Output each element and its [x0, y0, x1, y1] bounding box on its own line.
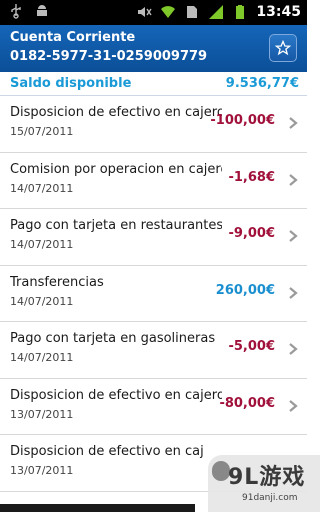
chevron-right-icon — [289, 343, 298, 355]
watermark-brand: 9L游戏 — [228, 465, 306, 490]
chevron-right-icon — [289, 286, 298, 299]
balance-label: Saldo disponible — [10, 76, 132, 91]
app-header: Cuenta Corriente 0182-5977-31-0259009779 — [0, 25, 307, 72]
transaction-date: 14/07/2011 — [10, 181, 74, 195]
transaction-date: 15/07/2011 — [10, 125, 74, 138]
transaction-row[interactable]: Disposicion de efectivo en cajero 13/07/… — [0, 379, 307, 435]
chevron-right-icon — [289, 117, 298, 129]
transaction-row[interactable]: Pago con tarjeta en restaurantes 14/07/2… — [0, 209, 307, 266]
chevron-right-icon — [289, 230, 298, 242]
transaction-date: 14/07/2011 — [10, 294, 74, 308]
transaction-date: 14/07/2011 — [10, 238, 74, 251]
chevron-right-icon — [289, 173, 298, 186]
wifi-icon — [161, 6, 176, 18]
transaction-row[interactable]: Transferencias 14/07/2011 260,00€ — [0, 266, 307, 322]
star-icon — [275, 40, 291, 56]
status-left-icons — [8, 3, 50, 19]
page-title: Cuenta Corriente — [10, 30, 136, 45]
sim-icon — [187, 6, 198, 18]
transaction-title: Disposicion de efectivo en cajero — [10, 387, 222, 403]
clock: 13:45 — [256, 4, 301, 20]
watermark-logo: 9L游戏 91danji.com — [208, 455, 320, 512]
balance-value: 9.536,77€ — [225, 76, 299, 91]
transaction-amount: 260,00€ — [215, 282, 275, 298]
watermark-site: 91danji.com — [242, 493, 298, 503]
transaction-amount: -9,00€ — [228, 226, 275, 241]
balance-row: Saldo disponible 9.536,77€ — [0, 72, 307, 96]
battery-icon — [236, 5, 245, 19]
usb-icon — [11, 4, 21, 19]
transaction-title: Comision por operacion en cajero — [10, 161, 222, 177]
transaction-list: Disposicion de efectivo en cajero 15/07/… — [0, 96, 307, 492]
transaction-title: Pago con tarjeta en restaurantes — [10, 218, 222, 233]
status-right-icons: 13:45 — [136, 3, 301, 21]
transaction-title: Disposicion de efectivo en caj — [10, 444, 204, 459]
transaction-row[interactable]: Comision por operacion en cajero 14/07/2… — [0, 153, 307, 209]
account-number: 0182-5977-31-0259009779 — [10, 49, 208, 64]
mute-icon — [138, 7, 153, 17]
transaction-row[interactable]: Pago con tarjeta en gasolineras 14/07/20… — [0, 322, 307, 379]
transaction-date: 13/07/2011 — [10, 464, 74, 477]
transaction-title: Pago con tarjeta en gasolineras — [10, 331, 216, 346]
transaction-title: Transferencias — [10, 274, 104, 290]
transaction-row[interactable]: Disposicion de efectivo en cajero 15/07/… — [0, 96, 307, 153]
transaction-amount: -100,00€ — [210, 113, 275, 128]
bottom-edge — [0, 504, 195, 512]
transaction-date: 13/07/2011 — [10, 407, 74, 421]
transaction-amount: -80,00€ — [219, 395, 275, 411]
transaction-date: 14/07/2011 — [10, 351, 74, 364]
transaction-amount: -1,68€ — [228, 169, 275, 185]
transaction-amount: -5,00€ — [228, 339, 275, 354]
favorite-button[interactable] — [269, 34, 297, 62]
status-bar: 13:45 — [0, 0, 307, 25]
transaction-title: Disposicion de efectivo en cajero — [10, 105, 222, 120]
signal-icon — [209, 5, 224, 19]
chevron-right-icon — [289, 399, 298, 412]
android-icon — [37, 5, 47, 16]
